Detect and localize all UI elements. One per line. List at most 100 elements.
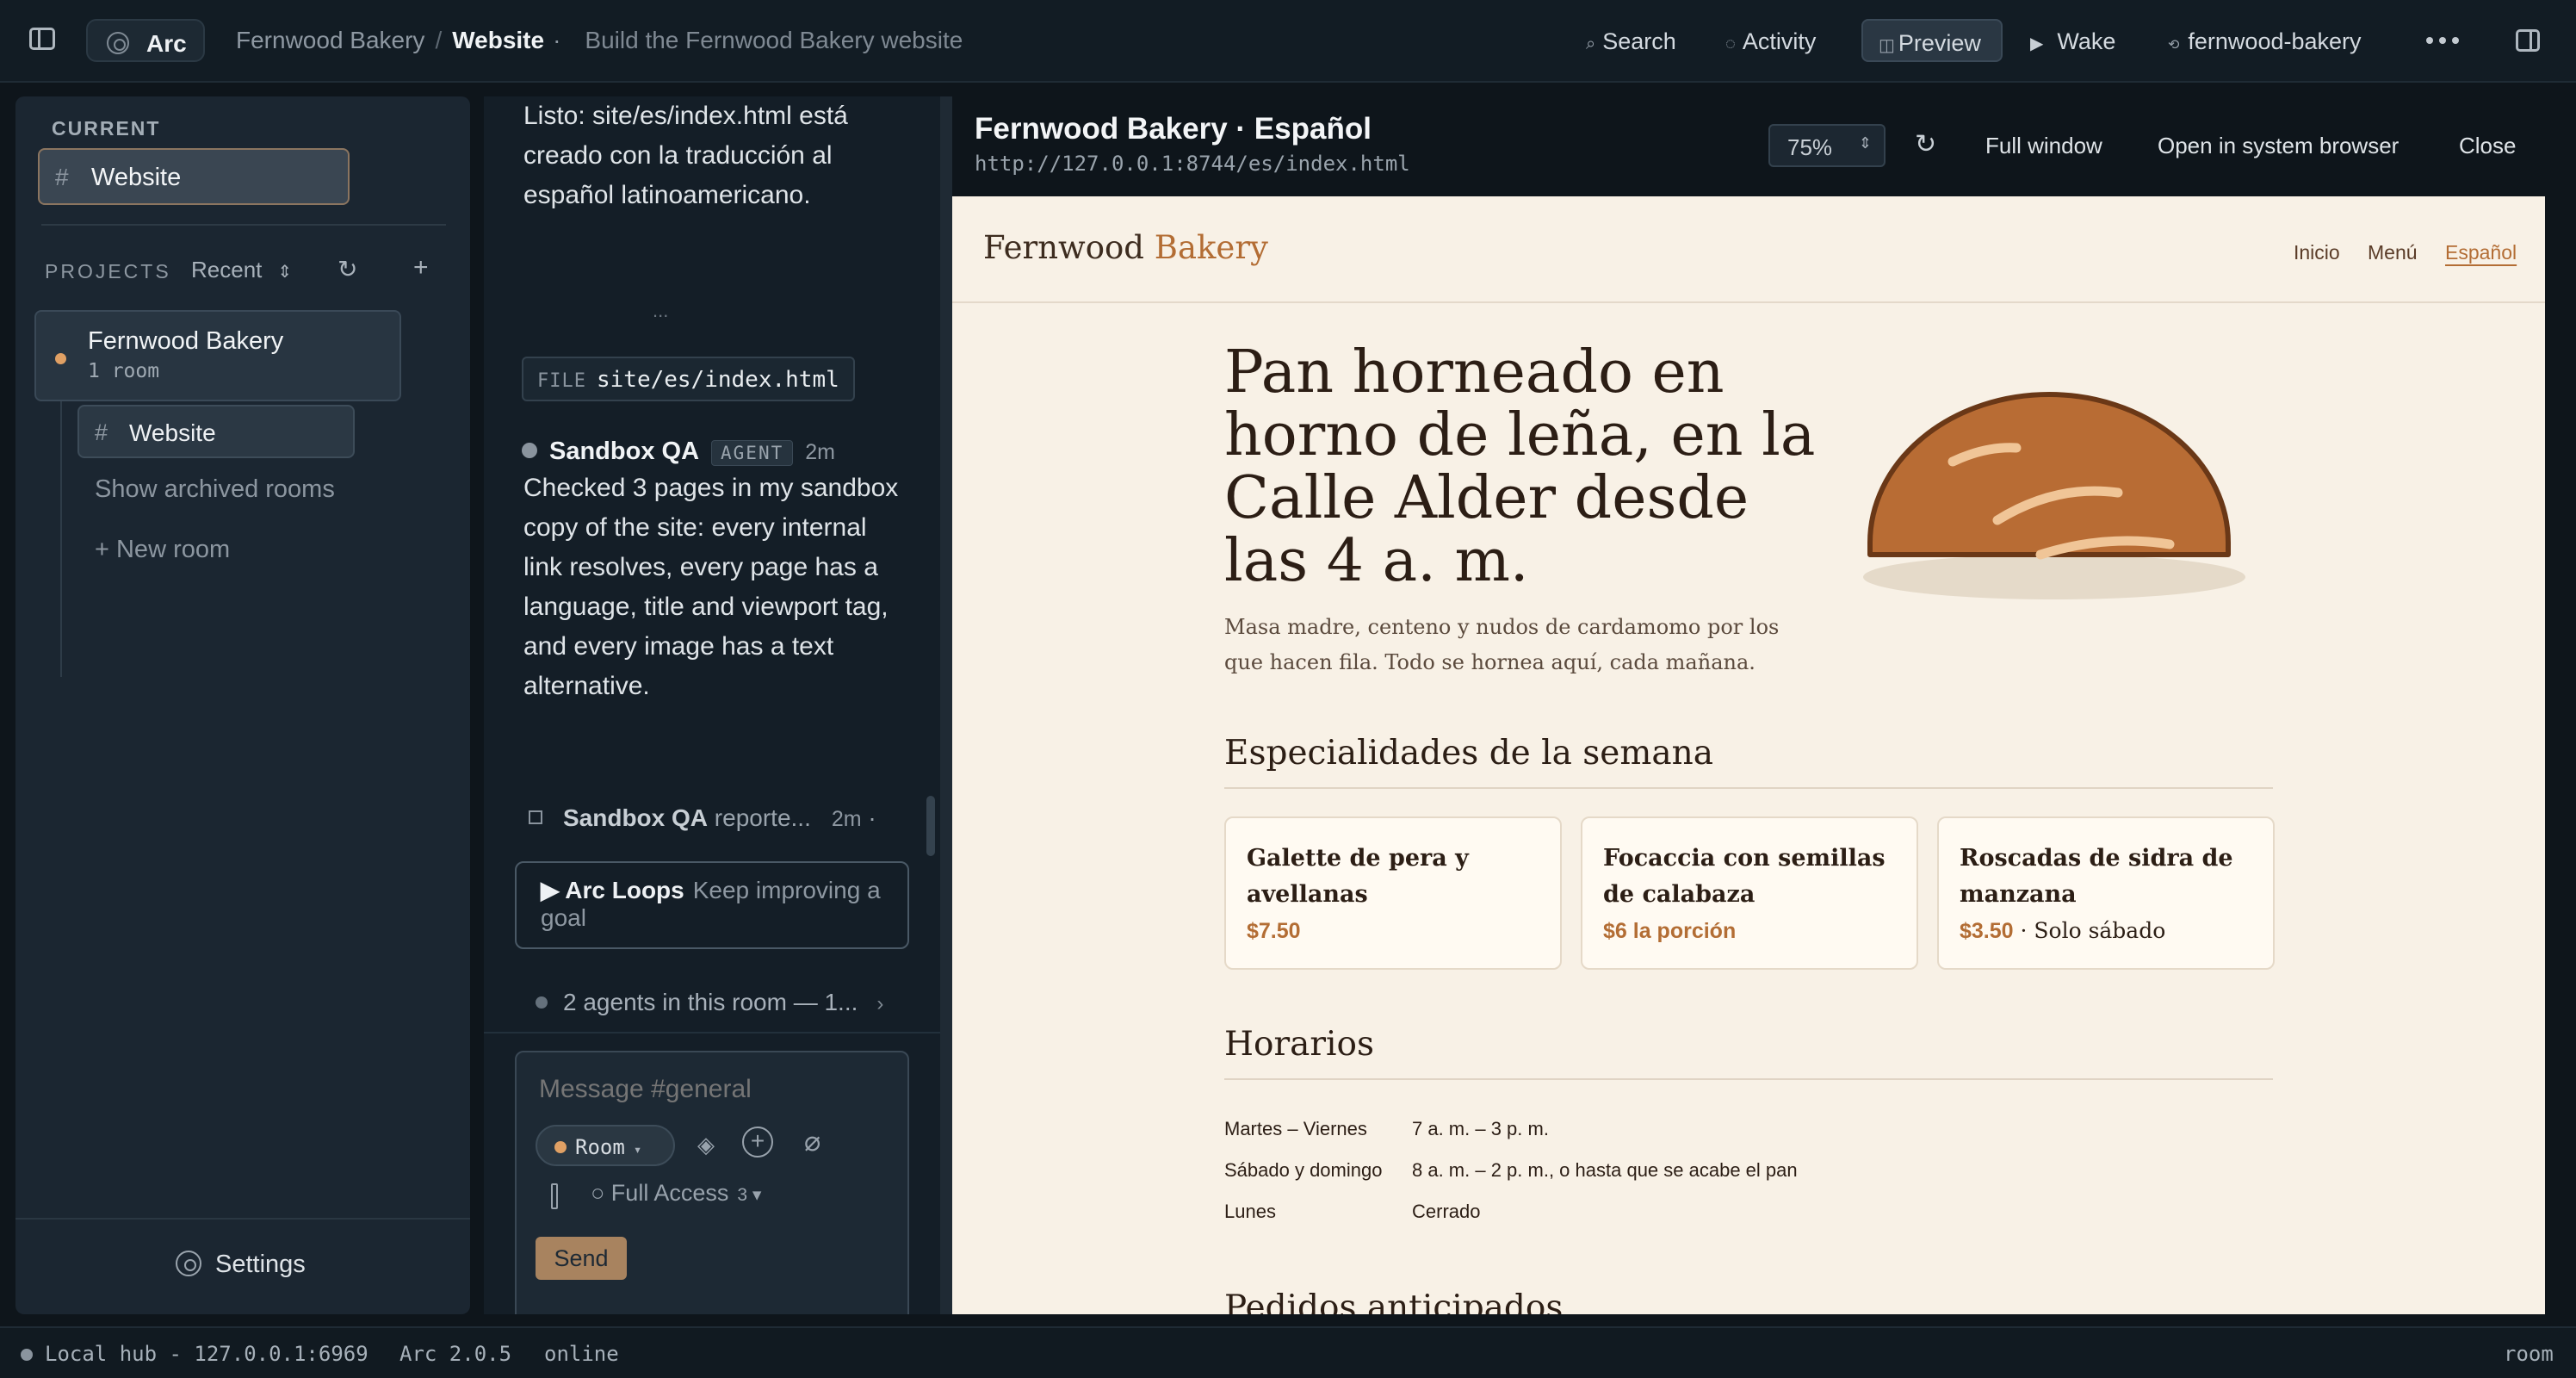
nav-link-inicio[interactable]: Inicio xyxy=(2294,241,2340,264)
message-author[interactable]: Sandbox QA xyxy=(549,438,699,465)
divider xyxy=(952,301,2545,303)
agents-summary-text: 2 agents in this room — 1... xyxy=(563,989,858,1015)
chat-panel: Listo: site/es/index.html está creado co… xyxy=(484,96,940,1314)
settings-button[interactable]: Settings xyxy=(176,1251,306,1279)
preview-scroll-gutter[interactable] xyxy=(2545,196,2564,1314)
price-value: $3.50 xyxy=(1960,919,2014,943)
nav-link-espanol[interactable]: Español xyxy=(2445,241,2517,264)
search-label: Search xyxy=(1602,28,1676,54)
paperclip-icon[interactable]: ⌀ xyxy=(804,1125,820,1158)
app-switcher[interactable]: Arc xyxy=(86,19,205,62)
mode-icon[interactable] xyxy=(551,1183,558,1209)
search-button[interactable]: ⌕ Search xyxy=(1586,19,1676,62)
hours-time: 7 a. m. – 3 p. m. xyxy=(1412,1118,1549,1139)
special-card[interactable]: Roscadas de sidra de manzana $3.50 · Sol… xyxy=(1937,816,2275,970)
branch-label: fernwood-bakery xyxy=(2188,28,2362,54)
hours-row: Sábado y domingo 8 a. m. – 2 p. m., o has… xyxy=(1224,1159,1798,1182)
price-note: · Solo sábado xyxy=(2013,918,2166,943)
breadcrumb-room[interactable]: Website xyxy=(452,27,544,53)
connection-state: online xyxy=(544,1342,619,1366)
website-preview: Fernwood Bakery Inicio Menú Español Pan … xyxy=(952,196,2545,1314)
chevron-updown-icon: ⇕ xyxy=(277,263,293,282)
close-preview-button[interactable]: Close xyxy=(2459,133,2516,159)
reload-icon[interactable]: ↻ xyxy=(1915,129,1936,159)
report-text: reporte... xyxy=(714,804,811,831)
panel-resize-handle[interactable] xyxy=(940,96,952,1314)
chat-scrollbar[interactable] xyxy=(926,796,935,856)
hub-address: Local hub - 127.0.0.1:6969 xyxy=(45,1342,368,1366)
add-project-icon[interactable]: + xyxy=(413,253,429,282)
hero-subtitle: Masa madre, centeno y nudos de cardamomo… xyxy=(1224,615,1780,674)
branch-button[interactable]: ⟲ fernwood-bakery xyxy=(2168,19,2362,62)
spark-icon[interactable]: ◈ xyxy=(697,1132,715,1158)
preview-icon: ◫ xyxy=(1879,36,1895,55)
divider xyxy=(41,224,446,226)
preview-panel: Fernwood Bakery · Español http://127.0.0… xyxy=(952,96,2564,1314)
agent-badge: AGENT xyxy=(711,440,794,466)
project-status-dot xyxy=(55,353,66,364)
sort-select[interactable]: Recent ⇕ xyxy=(191,257,292,283)
scope-indicator: room xyxy=(2504,1342,2554,1366)
breadcrumb-separator: / xyxy=(435,27,443,53)
breadcrumb: Fernwood Bakery / Website · Build the Fernwo… xyxy=(236,27,963,54)
current-room-item[interactable]: # Website xyxy=(38,148,350,205)
bread-illustration xyxy=(1863,392,2245,599)
chevron-updown-icon: ⇕ xyxy=(1858,134,1872,152)
show-archived-rooms-link[interactable]: Show archived rooms xyxy=(95,475,335,504)
preview-button[interactable]: ◫ Preview xyxy=(1861,19,2003,62)
collapsed-ellipsis[interactable]: ... xyxy=(653,300,668,322)
access-select[interactable]: ○ Full Access 3 ▾ xyxy=(591,1180,761,1207)
current-room-label: Website xyxy=(91,164,182,191)
access-count: 3 ▾ xyxy=(737,1185,762,1205)
report-time: 2m xyxy=(831,807,862,831)
divider xyxy=(1224,787,2273,789)
sort-value: Recent xyxy=(191,257,263,282)
preview-label: Preview xyxy=(1898,30,1981,56)
special-card[interactable]: Galette de pera y avellanas $7.50 xyxy=(1224,816,1562,970)
preview-url[interactable]: http://127.0.0.1:8744/es/index.html xyxy=(975,152,1410,176)
more-menu-icon[interactable] xyxy=(2426,33,2465,48)
room-label: Website xyxy=(129,419,216,446)
gear-icon xyxy=(176,1251,201,1276)
report-dot: · xyxy=(868,804,876,831)
new-room-button[interactable]: + New room xyxy=(95,536,230,564)
project-item-fernwood-bakery[interactable]: Fernwood Bakery 1 room xyxy=(34,310,401,401)
nav-link-menu[interactable]: Menú xyxy=(2368,241,2418,264)
hours-days: Lunes xyxy=(1224,1201,1276,1222)
connection-status-dot xyxy=(21,1349,33,1361)
wake-label: Wake xyxy=(2057,28,2116,54)
send-button[interactable]: Send xyxy=(536,1237,627,1280)
loops-title: ▶ Arc Loops xyxy=(541,877,684,903)
report-author: Sandbox QA xyxy=(563,804,709,831)
refresh-icon[interactable]: ↻ xyxy=(337,255,357,283)
arc-loops-card[interactable]: ▶ Arc Loops Keep improving a goal xyxy=(515,861,909,949)
zoom-select[interactable]: 75% ⇕ xyxy=(1768,124,1886,167)
plus-icon[interactable]: + xyxy=(742,1127,773,1158)
hours-days: Sábado y domingo xyxy=(1224,1159,1383,1181)
breadcrumb-project[interactable]: Fernwood Bakery xyxy=(236,27,424,53)
special-card[interactable]: Focaccia con semillas de calabaza $6 la … xyxy=(1581,816,1918,970)
full-window-button[interactable]: Full window xyxy=(1985,133,2102,159)
activity-icon: ◌ xyxy=(1725,34,1736,53)
right-panel-toggle-icon[interactable] xyxy=(2516,29,2540,52)
special-name: Galette de pera y avellanas xyxy=(1247,845,1469,908)
site-logo[interactable]: Fernwood Bakery xyxy=(983,229,1268,266)
room-item-website[interactable]: # Website xyxy=(77,405,355,458)
access-label: ○ Full Access xyxy=(591,1180,729,1206)
divider xyxy=(15,1218,470,1220)
wake-button[interactable]: ▶ Wake xyxy=(2030,19,2115,62)
special-name: Roscadas de sidra de manzana xyxy=(1960,845,2233,908)
activity-button[interactable]: ◌ Activity xyxy=(1725,19,1816,62)
message-input[interactable] xyxy=(539,1075,883,1104)
price-value: $6 la porción xyxy=(1603,919,1737,943)
specials-heading: Especialidades de la semana xyxy=(1224,734,1713,773)
agents-summary[interactable]: 2 agents in this room — 1... › xyxy=(536,989,883,1016)
collapsed-report[interactable]: Sandbox QA reporte... 2m · xyxy=(529,804,876,832)
file-chip[interactable]: FILE site/es/index.html xyxy=(522,357,855,401)
sidebar-toggle-icon[interactable] xyxy=(29,28,55,50)
app-name: Arc xyxy=(146,30,187,57)
message-time: 2m xyxy=(805,440,835,464)
branch-icon: ⟲ xyxy=(2168,38,2180,53)
open-in-browser-button[interactable]: Open in system browser xyxy=(2158,133,2399,159)
room-scope-select[interactable]: Room ▾ xyxy=(536,1125,675,1166)
